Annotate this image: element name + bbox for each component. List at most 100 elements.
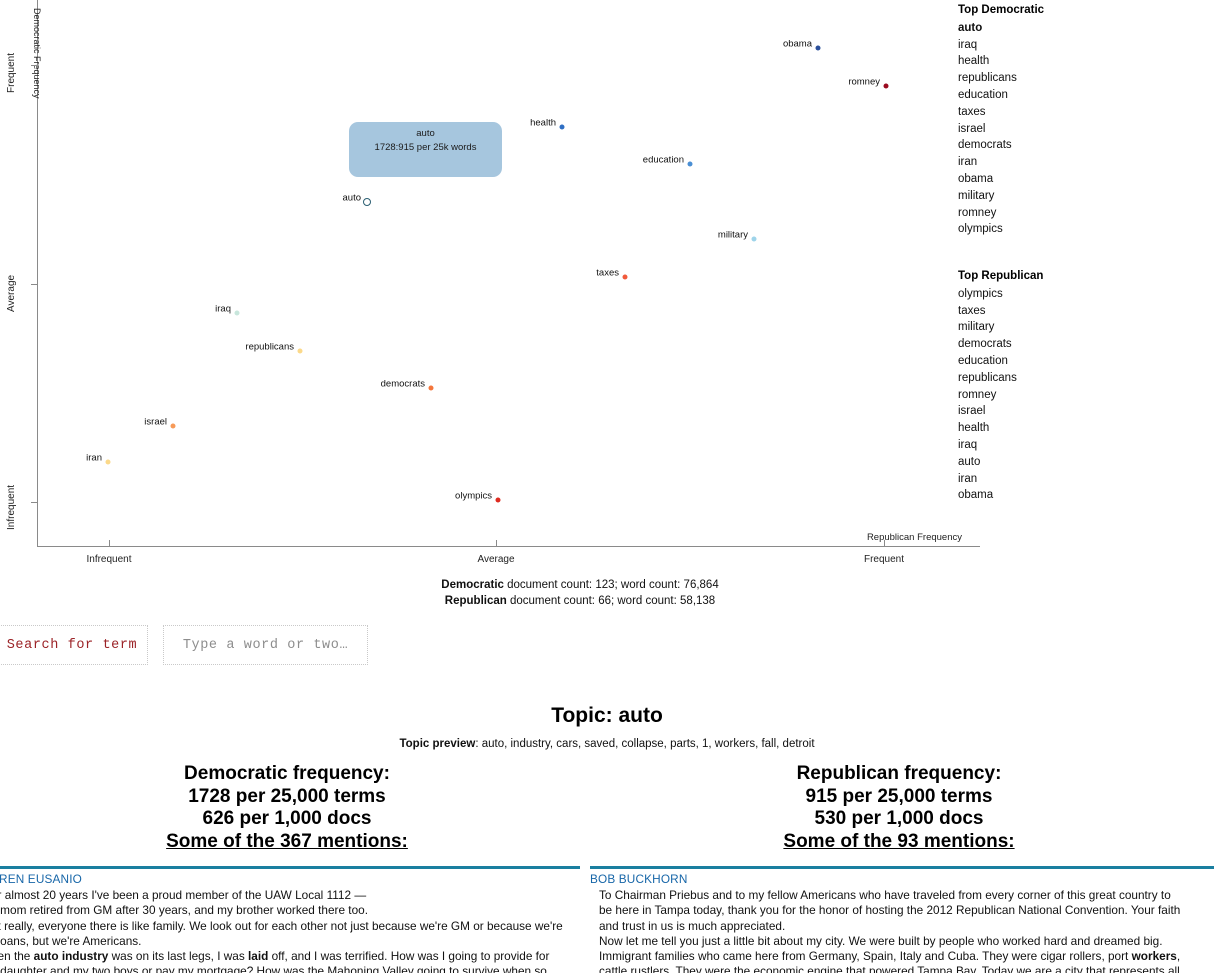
republican-speaker-name: BOB BUCKHORN [590,872,688,886]
top-democratic-heading: Top Democratic [958,4,1045,16]
topic-preview-terms: : auto, industry, cars, saved, collapse,… [475,738,815,750]
scatter-label-military[interactable]: military [718,230,754,241]
corpus-counts: Democratic document count: 123; word cou… [0,577,1160,609]
excerpt-line: be here in Tampa today, thank you for th… [599,903,1181,918]
top-democratic-item-health[interactable]: health [958,53,1044,70]
republican-corpus-label: Republican [444,595,507,607]
top-republican-item-iraq[interactable]: iraq [958,437,1043,454]
top-republican-item-olympics[interactable]: olympics [958,286,1043,303]
democratic-frequency-block: Democratic frequency: 1728 per 25,000 te… [47,763,527,853]
excerpt-line: Immigrant families who came here from Ge… [599,949,1181,964]
top-republican-item-taxes[interactable]: taxes [958,303,1043,320]
republican-per-terms: 915 per 25,000 terms [805,785,993,807]
excerpt-line: and trust in us is much appreciated. [599,918,786,933]
scatter-label-republicans[interactable]: republicans [245,342,300,353]
top-republican-list: Top Republican olympics taxes military demo… [958,268,1043,504]
search-input[interactable] [163,625,368,665]
top-democratic-item-iraq[interactable]: iraq [958,37,1044,54]
top-democratic-item-education[interactable]: education [958,87,1044,104]
excerpt-line: To Chairman Priebus and to my fellow Ame… [599,888,1171,903]
top-democratic-item-republicans[interactable]: republicans [958,70,1044,87]
scatter-label-israel[interactable]: israel [144,417,173,428]
top-republican-item-education[interactable]: education [958,353,1043,370]
scatter-label-olympics[interactable]: olympics [455,491,498,502]
top-democratic-list: Top Democratic auto iraq health republicans… [958,2,1044,238]
democratic-excerpt-text: or almost 20 years I've been a proud mem… [0,888,580,973]
y-tick-label: Average [6,274,17,312]
excerpt-line: cattle rustlers. They were the economic … [599,964,1180,973]
top-democratic-item-military[interactable]: military [958,188,1044,205]
y-tick-mark [31,284,38,285]
scatter-label-health[interactable]: health [530,118,562,129]
top-democratic-item-olympics[interactable]: olympics [958,221,1044,238]
republican-excerpt-text: To Chairman Priebus and to my fellow Ame… [590,888,1214,973]
republican-frequency-heading: Republican frequency: [796,763,1002,784]
scatter-label-obama[interactable]: obama [783,39,818,50]
x-axis-line [37,546,980,547]
democratic-speaker-name: AREN EUSANIO [0,872,82,886]
y-tick-label: Infrequent [6,484,17,530]
x-tick-mark [496,540,497,547]
scatter-label-auto[interactable]: auto [343,193,368,204]
excerpt-line: y daughter and my two boys or pay my mor… [0,964,547,973]
x-tick-label: Infrequent [86,554,132,565]
democratic-corpus-label: Democratic [441,579,504,591]
scatter-label-taxes[interactable]: taxes [596,268,625,279]
top-republican-item-romney[interactable]: romney [958,387,1043,404]
top-democratic-item-taxes[interactable]: taxes [958,104,1044,121]
top-republican-item-iran[interactable]: iran [958,471,1043,488]
republican-excerpt-panel: BOB BUCKHORN To Chairman Priebus and to … [590,866,1214,973]
top-republican-item-republicans[interactable]: republicans [958,370,1043,387]
republican-corpus-value: document count: 66; word count: 58,138 [506,595,716,607]
top-republican-heading: Top Republican [958,270,1044,282]
topic-preview-label: Topic preview [399,738,476,750]
scatter-label-iran[interactable]: iran [86,453,108,464]
x-tick-label: Frequent [863,554,905,565]
republican-corpus-count: Republican document count: 66; word coun… [0,593,1160,609]
scatter-label-democrats[interactable]: democrats [381,379,431,390]
top-republican-item-israel[interactable]: israel [958,403,1043,420]
democratic-corpus-count: Democratic document count: 123; word cou… [0,577,1160,593]
term-tooltip: auto 1728:915 per 25k words [349,122,502,177]
top-republican-item-democrats[interactable]: democrats [958,336,1043,353]
top-democratic-item-auto[interactable]: auto [958,20,1044,37]
democratic-per-docs: 626 per 1,000 docs [202,808,372,829]
topic-preview: Topic preview: auto, industry, cars, sav… [0,738,1214,750]
excerpt-line: hioans, but we're Americans. [0,933,142,948]
top-republican-item-health[interactable]: health [958,420,1043,437]
y-axis-title: Democratic Frequency [32,8,42,99]
democratic-corpus-value: document count: 123; word count: 76,864 [503,579,719,591]
top-democratic-items: auto iraq health republicans education taxes i… [958,20,1044,238]
x-tick-label: Average [477,554,515,565]
top-republican-items: olympics taxes military democrats education r… [958,286,1043,504]
top-democratic-item-romney[interactable]: romney [958,205,1044,222]
top-democratic-item-israel[interactable]: israel [958,121,1044,138]
excerpt-line: or almost 20 years I've been a proud mem… [0,888,367,903]
search-for-term-button[interactable]: Search for term [0,625,148,665]
top-democratic-item-obama[interactable]: obama [958,171,1044,188]
democratic-mentions-label: Some of the 367 mentions: [166,830,408,852]
x-axis-title: Republican Frequency [866,532,962,543]
y-tick-label: Frequent [6,52,17,93]
scatter-label-iraq[interactable]: iraq [215,304,237,315]
top-republican-item-military[interactable]: military [958,319,1043,336]
scatter-label-romney[interactable]: romney [848,77,886,88]
republican-mentions-label: Some of the 93 mentions: [783,830,1015,852]
tooltip-term: auto [416,128,435,139]
x-tick-mark [109,540,110,547]
democratic-per-terms: 1728 per 25,000 terms [188,785,386,807]
excerpt-line: y mom retired from GM after 30 years, an… [0,903,368,918]
top-republican-item-obama[interactable]: obama [958,487,1043,504]
tooltip-frequency: 1728:915 per 25k words [374,142,477,153]
top-democratic-item-iran[interactable]: iran [958,154,1044,171]
x-tick-mark [884,540,885,547]
y-tick-mark [31,65,38,66]
top-democratic-item-democrats[interactable]: democrats [958,137,1044,154]
republican-per-docs: 530 per 1,000 docs [814,808,984,829]
frequency-scatter-plot: Democratic Frequency Republican Frequenc… [0,0,990,575]
scatter-label-education[interactable]: education [643,155,690,166]
excerpt-line: Now let me tell you just a little bit ab… [599,933,1163,948]
topic-title: Topic: auto [551,704,663,727]
top-republican-item-auto[interactable]: auto [958,454,1043,471]
democratic-excerpt-panel: AREN EUSANIO or almost 20 years I've bee… [0,866,580,973]
